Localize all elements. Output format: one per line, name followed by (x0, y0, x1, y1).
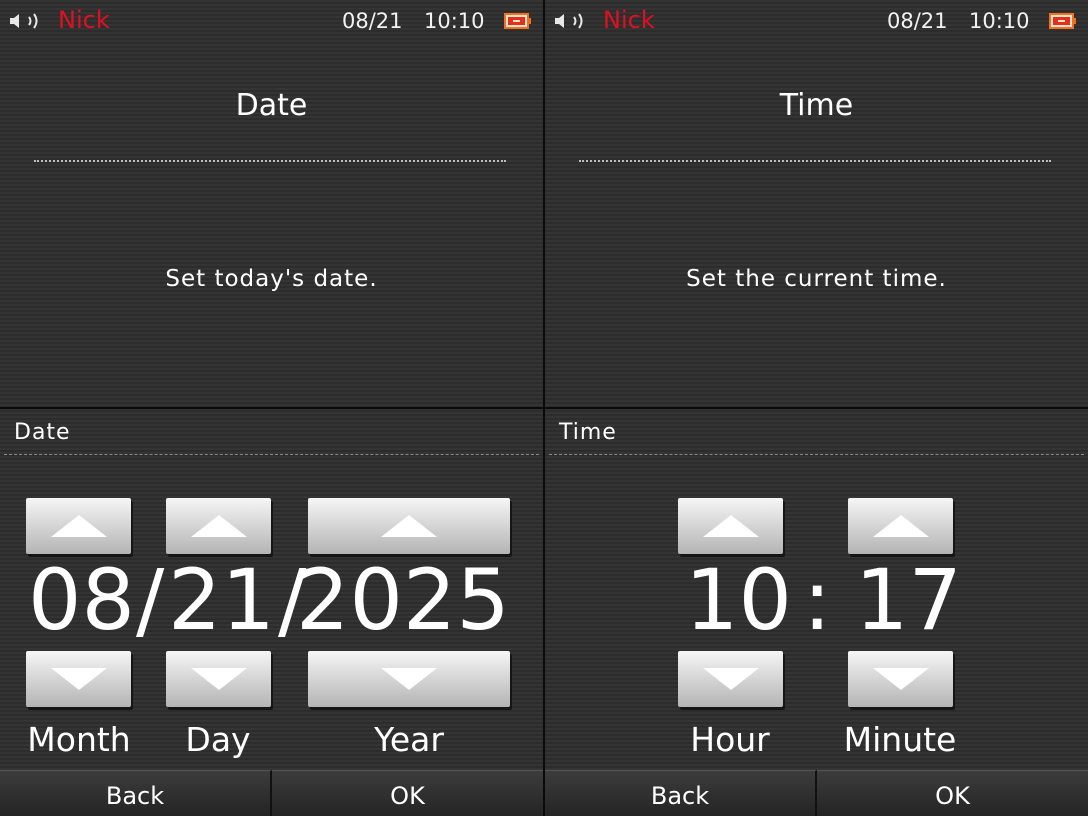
hour-label: Hour (690, 720, 770, 759)
page-title: Date (235, 88, 308, 123)
arrow-down-icon (702, 668, 759, 690)
arrow-down-icon (50, 668, 107, 690)
arrow-down-icon (190, 668, 247, 690)
footer-bar: Back OK (545, 770, 1088, 816)
date-separator: / (136, 551, 165, 649)
divider (4, 454, 539, 455)
arrow-up-icon (50, 515, 107, 537)
status-time: 10:10 (424, 9, 485, 33)
battery-icon (504, 13, 531, 29)
date-screen: Nick 08/21 10:10 Date Set today's date. … (0, 0, 543, 816)
month-up-button[interactable] (26, 498, 131, 554)
month-down-button[interactable] (26, 651, 131, 707)
divider (0, 407, 543, 409)
battery-icon (1049, 13, 1076, 29)
hour-up-button[interactable] (678, 498, 783, 554)
hour-value: 10 (685, 551, 792, 649)
day-value: 21 (168, 551, 275, 649)
divider (34, 160, 506, 162)
time-screen: Nick 08/21 10:10 Time Set the current ti… (545, 0, 1088, 816)
arrow-up-icon (190, 515, 247, 537)
arrow-up-icon (702, 515, 759, 537)
sound-waves-icon (573, 13, 583, 29)
year-up-button[interactable] (308, 498, 510, 554)
status-bar: Nick 08/21 10:10 (0, 0, 543, 44)
minute-label: Minute (843, 720, 957, 759)
ok-button[interactable]: OK (272, 770, 543, 816)
back-button[interactable]: Back (545, 770, 817, 816)
divider (579, 160, 1051, 162)
arrow-up-icon (381, 515, 437, 537)
instruction-text: Set the current time. (686, 266, 947, 292)
user-name: Nick (58, 6, 110, 34)
year-value: 2025 (296, 551, 510, 649)
minute-down-button[interactable] (848, 651, 953, 707)
panel-label: Date (14, 420, 71, 445)
year-label: Year (374, 720, 444, 759)
speaker-icon (10, 14, 19, 28)
sound-waves-icon (28, 13, 38, 29)
instruction-text: Set today's date. (165, 266, 378, 292)
page-title: Time (779, 88, 854, 123)
time-separator: : (803, 551, 832, 649)
speaker-icon (555, 14, 564, 28)
month-value: 08 (28, 551, 135, 649)
day-up-button[interactable] (166, 498, 271, 554)
day-down-button[interactable] (166, 651, 271, 707)
arrow-down-icon (872, 668, 929, 690)
status-date: 08/21 (342, 9, 403, 33)
hour-down-button[interactable] (678, 651, 783, 707)
status-time: 10:10 (969, 9, 1030, 33)
status-bar: Nick 08/21 10:10 (545, 0, 1088, 44)
divider (545, 407, 1088, 409)
user-name: Nick (603, 6, 655, 34)
year-down-button[interactable] (308, 651, 510, 707)
footer-bar: Back OK (0, 770, 543, 816)
month-label: Month (27, 720, 131, 759)
arrow-down-icon (381, 668, 437, 690)
day-label: Day (185, 720, 251, 759)
divider (549, 454, 1084, 455)
ok-button[interactable]: OK (817, 770, 1088, 816)
minute-value: 17 (855, 551, 962, 649)
panel-label: Time (559, 420, 617, 445)
status-date: 08/21 (887, 9, 948, 33)
back-button[interactable]: Back (0, 770, 272, 816)
minute-up-button[interactable] (848, 498, 953, 554)
arrow-up-icon (872, 515, 929, 537)
